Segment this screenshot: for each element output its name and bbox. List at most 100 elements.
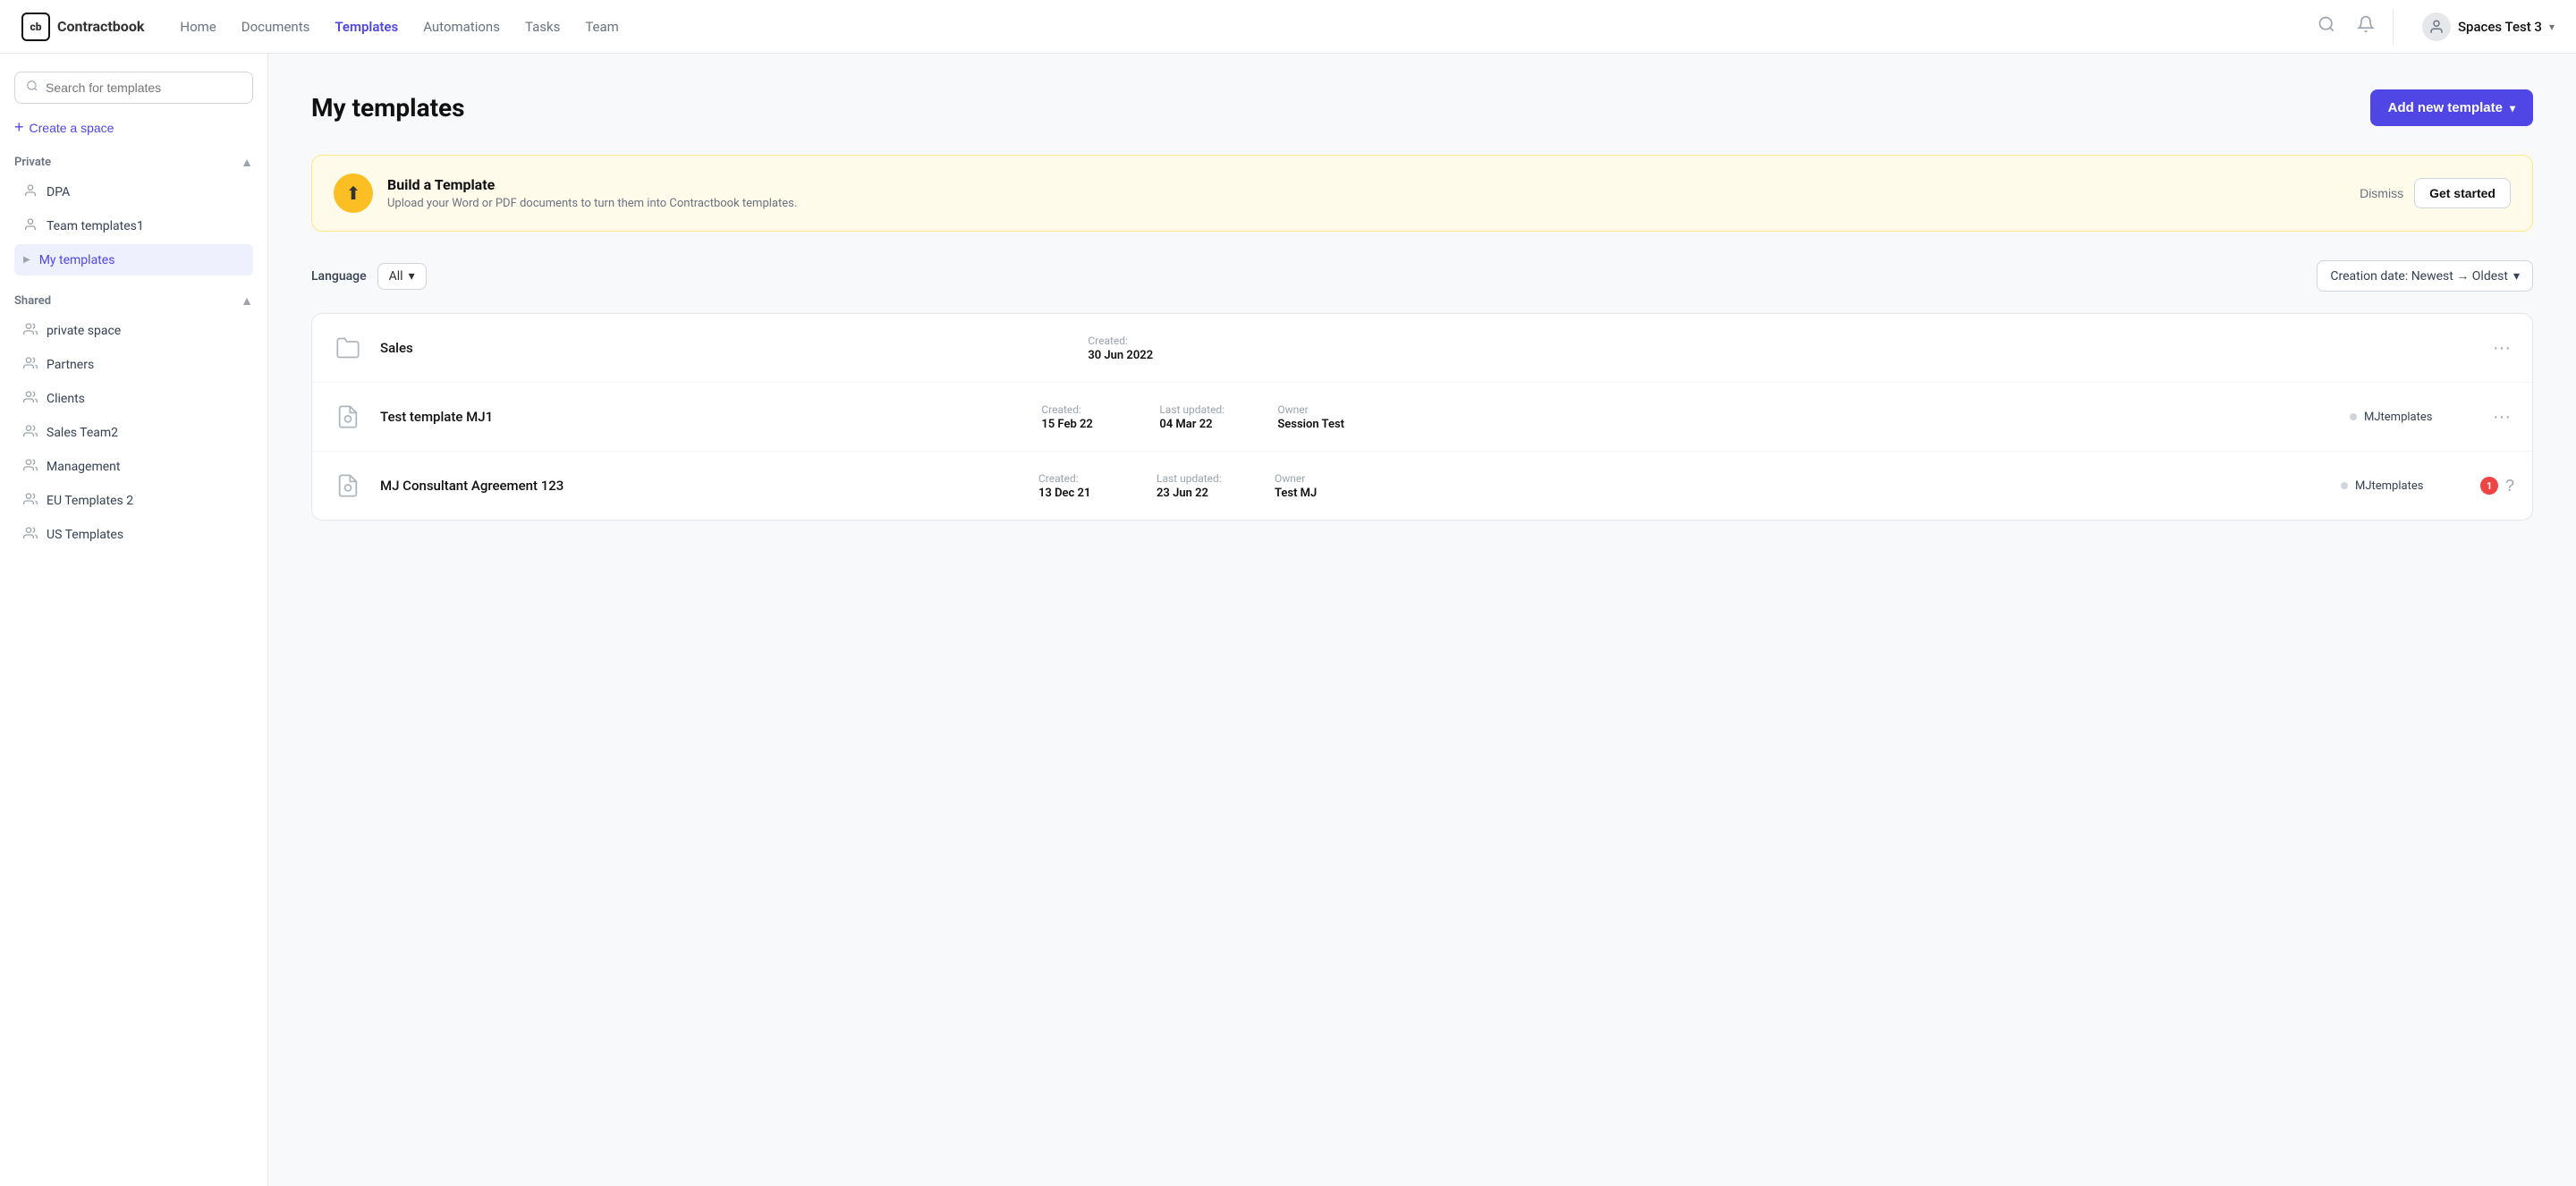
- created-label-sales: Created:: [1088, 335, 2475, 347]
- template-name-mj-consultant: MJ Consultant Agreement 123: [380, 478, 1024, 494]
- language-filter-select[interactable]: All ▾: [377, 263, 427, 290]
- nav-tasks[interactable]: Tasks: [525, 19, 560, 35]
- search-input[interactable]: [46, 80, 242, 95]
- nav-divider: [2393, 9, 2394, 45]
- management-label: Management: [47, 460, 244, 474]
- nav-right: Spaces Test 3 ▾: [2314, 9, 2555, 45]
- table-row[interactable]: MJ Consultant Agreement 123 Created: 13 …: [312, 452, 2532, 520]
- dismiss-button[interactable]: Dismiss: [2360, 186, 2403, 200]
- notification-badge: 1: [2480, 477, 2498, 495]
- create-space-button[interactable]: + Create a space: [14, 118, 114, 137]
- created-value-mj-consultant: 13 Dec 21: [1038, 487, 1128, 500]
- sidebar-item-sales-team2[interactable]: Sales Team2: [14, 417, 253, 449]
- user-name: Spaces Test 3: [2458, 19, 2542, 35]
- language-chevron: ▾: [409, 269, 415, 284]
- main-header: My templates Add new template ▾: [311, 89, 2533, 126]
- owner-value-mj1: Session Test: [1277, 418, 1367, 431]
- owner-value-mj-consultant: Test MJ: [1275, 487, 1364, 500]
- clients-label: Clients: [47, 392, 244, 406]
- private-label: Private: [14, 156, 51, 169]
- sidebar-item-management[interactable]: Management: [14, 451, 253, 483]
- shared-label: Shared: [14, 294, 51, 308]
- nav-automations[interactable]: Automations: [423, 19, 500, 35]
- folder-meta: Created: 30 Jun 2022: [1088, 335, 2475, 362]
- get-started-button[interactable]: Get started: [2414, 178, 2511, 208]
- search-box[interactable]: [14, 72, 253, 104]
- partners-label: Partners: [47, 358, 244, 372]
- banner-actions: Dismiss Get started: [2360, 178, 2511, 208]
- folder-icon: [330, 330, 366, 366]
- filters-bar: Language All ▾ Creation date: Newest → O…: [311, 260, 2533, 292]
- sidebar-item-dpa[interactable]: DPA: [14, 176, 253, 208]
- nav-documents[interactable]: Documents: [242, 19, 310, 35]
- logo: cb Contractbook: [21, 13, 144, 41]
- nav-templates[interactable]: Templates: [335, 19, 398, 35]
- group-icon-1: [23, 322, 38, 340]
- nav-home[interactable]: Home: [180, 19, 216, 35]
- created-label-mj-consultant: Created:: [1038, 472, 1128, 485]
- shared-section: Shared ▲ private space Partners Clients: [14, 293, 253, 551]
- sidebar-item-private-space[interactable]: private space: [14, 315, 253, 347]
- private-section-header: Private ▲: [14, 155, 253, 169]
- more-options-button-sales[interactable]: ···: [2489, 335, 2514, 362]
- sidebar-item-partners[interactable]: Partners: [14, 349, 253, 381]
- group-icon-6: [23, 492, 38, 510]
- sidebar-item-team-templates1[interactable]: Team templates1: [14, 210, 253, 242]
- created-label-mj1: Created:: [1041, 403, 1131, 416]
- filter-left: Language All ▾: [311, 263, 427, 290]
- template-name-sales: Sales: [380, 340, 1073, 356]
- help-button-mj-consultant[interactable]: ?: [2505, 477, 2514, 496]
- assignee-name-mj1: MJtemplates: [2364, 411, 2432, 424]
- notifications-button[interactable]: [2353, 12, 2378, 42]
- owner-label-mj-consultant: Owner: [1275, 472, 1364, 485]
- group-icon-2: [23, 356, 38, 374]
- add-new-template-button[interactable]: Add new template ▾: [2370, 89, 2533, 126]
- nav-team[interactable]: Team: [585, 19, 619, 35]
- shared-section-header: Shared ▲: [14, 293, 253, 308]
- template-assignee-mj-consultant: MJtemplates: [2341, 479, 2466, 493]
- private-space-label: private space: [47, 324, 244, 338]
- updated-value-mj-consultant: 23 Jun 22: [1157, 487, 1246, 500]
- sidebar-item-my-templates[interactable]: ▶ My templates +: [14, 244, 253, 275]
- topnav: cb Contractbook Home Documents Templates…: [0, 0, 2576, 54]
- sort-select[interactable]: Creation date: Newest → Oldest ▾: [2317, 260, 2533, 292]
- shared-collapse-btn[interactable]: ▲: [241, 293, 253, 308]
- language-filter-label: Language: [311, 269, 367, 284]
- banner-content: Build a Template Upload your Word or PDF…: [387, 176, 2345, 210]
- owner-dot-mj1: [2350, 413, 2357, 420]
- my-templates-chevron: ▶: [23, 255, 30, 265]
- create-space-label: Create a space: [30, 121, 114, 135]
- sidebar-item-eu-templates-2[interactable]: EU Templates 2: [14, 485, 253, 517]
- table-row[interactable]: Sales Created: 30 Jun 2022 ···: [312, 314, 2532, 383]
- owner-dot-mj-consultant: [2341, 482, 2348, 489]
- updated-label-mj-consultant: Last updated:: [1157, 472, 1246, 485]
- eu-templates-2-label: EU Templates 2: [47, 494, 244, 508]
- template-actions-mj1: ···: [2489, 403, 2514, 431]
- template-meta-mj1: Created: 15 Feb 22 Last updated: 04 Mar …: [1041, 403, 2335, 431]
- created-group-mj1: Created: 15 Feb 22: [1041, 403, 1131, 431]
- search-icon: [26, 80, 38, 96]
- my-templates-label: My templates: [39, 253, 227, 267]
- group-icon-4: [23, 424, 38, 442]
- table-row[interactable]: Test template MJ1 Created: 15 Feb 22 Las…: [312, 383, 2532, 452]
- group-icon-7: [23, 526, 38, 544]
- more-options-button-mj1[interactable]: ···: [2489, 403, 2514, 431]
- private-collapse-btn[interactable]: ▲: [241, 155, 253, 169]
- us-templates-label: US Templates: [47, 528, 244, 542]
- add-button-label: Add new template: [2388, 100, 2503, 115]
- logo-icon: cb: [21, 13, 50, 41]
- updated-group-mj-consultant: Last updated: 23 Jun 22: [1157, 472, 1246, 500]
- banner-title: Build a Template: [387, 176, 2345, 193]
- sidebar-item-us-templates[interactable]: US Templates: [14, 519, 253, 551]
- sidebar-item-clients[interactable]: Clients: [14, 383, 253, 415]
- nav-links: Home Documents Templates Automations Tas…: [180, 19, 2314, 35]
- group-icon-3: [23, 390, 38, 408]
- template-actions-sales: ···: [2489, 335, 2514, 362]
- plus-icon: +: [14, 118, 24, 137]
- user-area[interactable]: Spaces Test 3 ▾: [2408, 13, 2555, 41]
- updated-value-mj1: 04 Mar 22: [1159, 418, 1249, 431]
- layout: + Create a space Private ▲ DPA Team temp…: [0, 54, 2576, 1186]
- search-button[interactable]: [2314, 12, 2339, 42]
- sort-label: Creation date: Newest → Oldest: [2330, 268, 2508, 284]
- owner-label-mj1: Owner: [1277, 403, 1367, 416]
